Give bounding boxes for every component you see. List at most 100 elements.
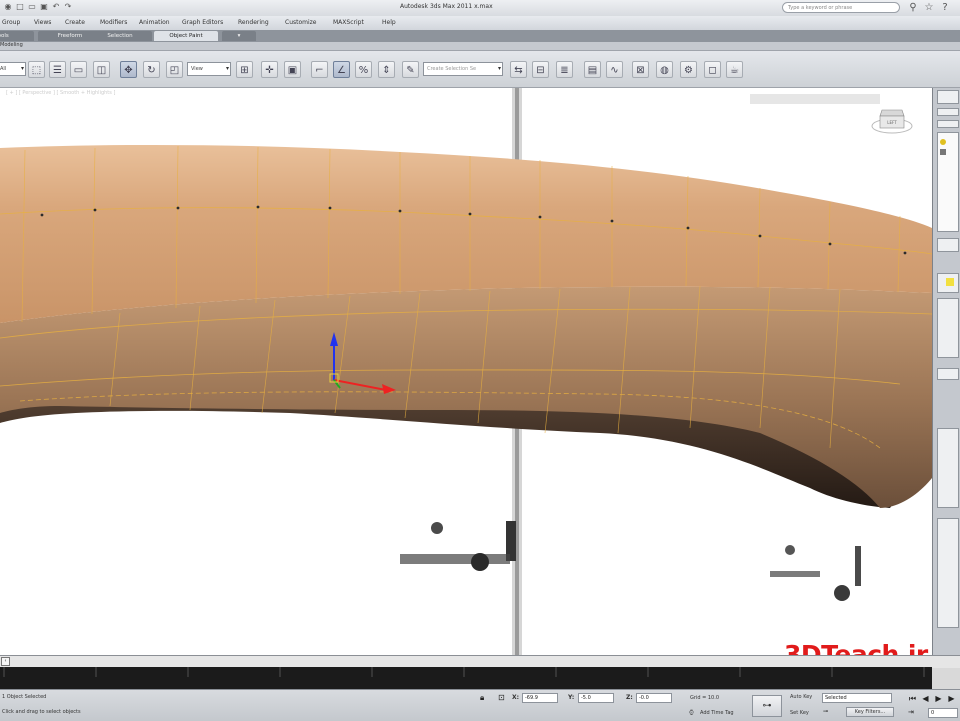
command-panel (933, 88, 960, 655)
lock-selection-icon[interactable]: 🔒︎ (480, 693, 484, 703)
selection-rollout-icon[interactable] (937, 273, 959, 293)
auto-key-button[interactable]: Auto Key (790, 694, 812, 700)
search-input[interactable]: Type a keyword or phrase (782, 2, 900, 13)
menu-help[interactable]: Help (382, 19, 396, 26)
time-slider-thumb[interactable]: ‹ (1, 657, 10, 666)
named-selection-dropdown[interactable]: Create Selection Se (423, 62, 503, 76)
mirror-icon[interactable]: ⇆ (510, 61, 527, 78)
percent-snap-icon[interactable]: % (355, 61, 372, 78)
stack-tools-row[interactable] (937, 238, 959, 252)
y-coord-field[interactable]: -5.0 (578, 693, 614, 703)
key-filters-button[interactable]: Key Filters... (846, 707, 894, 717)
viewport-scene: LEFT (0, 88, 932, 655)
object-name-field[interactable] (937, 108, 959, 116)
menu-maxscript[interactable]: MAXScript (333, 19, 364, 26)
vertex-mode-icon[interactable] (946, 278, 954, 286)
tab-extra[interactable]: ▾ (222, 31, 256, 41)
schematic-view-icon[interactable]: ⊠ (632, 61, 649, 78)
main-toolbar: All ⬚ ☰ ▭ ◫ ✥ ↻ ◰ View ⊞ ✛ ▣ ⌐ ∠ % ⇕ ✎ C… (0, 51, 960, 88)
absolute-mode-icon[interactable]: ⊡ (498, 693, 505, 702)
key-mode-icon[interactable]: ⊸ (823, 708, 828, 715)
layer-manager-icon[interactable]: ≣ (556, 61, 573, 78)
render-production-icon[interactable]: ☕ (726, 61, 743, 78)
spinner-snap-icon[interactable]: ⇕ (378, 61, 395, 78)
menu-group[interactable]: Group (2, 19, 20, 26)
undo-icon[interactable]: ↶ (50, 2, 62, 11)
status-bar: 1 Object Selected Click and drag to sele… (0, 689, 960, 721)
edit-named-selection-icon[interactable]: ✎ (402, 61, 419, 78)
key-mode-toggle-icon[interactable]: ⇥ (908, 708, 914, 716)
modifier-subobject-icon[interactable] (940, 149, 946, 155)
grid-size-text: Grid = 10.0 (690, 695, 719, 701)
tab-tools[interactable]: Tools (0, 31, 34, 41)
x-coord-label: X: (512, 694, 520, 701)
save-file-icon[interactable]: ▣ (38, 2, 50, 11)
subdivision-rollout[interactable] (937, 518, 959, 628)
x-coord-field[interactable]: -69.9 (522, 693, 558, 703)
window-crossing-icon[interactable]: ◫ (93, 61, 110, 78)
quick-access-toolbar: ◉ □ ▭ ▣ ↶ ↷ (2, 2, 74, 11)
rollout-header[interactable] (937, 368, 959, 380)
ribbon-tab-bar: Tools Freeform Selection Object Paint ▾ (0, 30, 960, 42)
time-tag-icon[interactable]: ⌚︎ (688, 707, 695, 718)
viewcube-face-label[interactable]: LEFT (887, 120, 897, 125)
modifier-lightbulb-icon[interactable] (940, 139, 946, 145)
viewcube[interactable]: LEFT (871, 109, 913, 134)
graphite-panel-label[interactable]: Modeling (0, 42, 23, 48)
material-editor-icon[interactable]: ◍ (656, 61, 673, 78)
tab-object-paint[interactable]: Object Paint (154, 31, 218, 41)
keyboard-shortcut-override-icon[interactable]: ▣ (284, 61, 301, 78)
curve-editor-icon[interactable]: ∿ (606, 61, 623, 78)
go-to-start-icon[interactable]: ⏮ (906, 693, 919, 705)
open-file-icon[interactable]: ▭ (26, 2, 38, 11)
angle-snap-icon[interactable]: ∠ (333, 61, 350, 78)
tab-selection[interactable]: Selection (88, 31, 152, 41)
create-tab-icon[interactable] (937, 90, 959, 104)
select-move-icon[interactable]: ✥ (120, 61, 137, 78)
z-coord-field[interactable]: -0.0 (636, 693, 672, 703)
infocenter-icon[interactable]: ⚲ (906, 1, 920, 14)
align-icon[interactable]: ⊟ (532, 61, 549, 78)
next-frame-icon[interactable]: ▶ (945, 693, 958, 705)
menu-rendering[interactable]: Rendering (238, 19, 269, 26)
communication-center-icon[interactable]: ☆ (922, 1, 936, 14)
select-rotate-icon[interactable]: ↻ (143, 61, 160, 78)
light-helper-right (770, 545, 861, 601)
menu-graph-editors[interactable]: Graph Editors (182, 19, 223, 26)
modifier-list-dropdown[interactable] (937, 120, 959, 128)
selection-filter-dropdown[interactable]: All (0, 62, 26, 76)
previous-frame-icon[interactable]: ◀ (919, 693, 932, 705)
perspective-viewport[interactable]: [ + ] [ Perspective ] [ Smooth + Highlig… (0, 88, 933, 655)
menu-create[interactable]: Create (65, 19, 85, 26)
snaps-toggle-icon[interactable]: ⌐ (311, 61, 328, 78)
pivot-center-icon[interactable]: ⊞ (236, 61, 253, 78)
set-key-button[interactable]: Set Key (790, 710, 809, 716)
graphite-toggle-icon[interactable]: ▤ (584, 61, 601, 78)
redo-icon[interactable]: ↷ (62, 2, 74, 11)
set-key-big-button[interactable]: ⊶ (752, 695, 782, 717)
select-scale-icon[interactable]: ◰ (166, 61, 183, 78)
add-time-tag-button[interactable]: Add Time Tag (700, 710, 734, 716)
select-by-name-icon[interactable]: ☰ (49, 61, 66, 78)
app-menu-icon[interactable]: ◉ (2, 2, 14, 11)
new-file-icon[interactable]: □ (14, 2, 26, 11)
selection-options[interactable] (937, 298, 959, 358)
trackbar[interactable] (0, 667, 932, 689)
play-icon[interactable]: ▶ (932, 693, 945, 705)
select-manipulate-icon[interactable]: ✛ (261, 61, 278, 78)
help-icon[interactable]: ? (938, 1, 952, 14)
render-frame-icon[interactable]: ◻ (704, 61, 721, 78)
render-setup-icon[interactable]: ⚙ (680, 61, 697, 78)
menu-modifiers[interactable]: Modifiers (100, 19, 127, 26)
menu-animation[interactable]: Animation (139, 19, 170, 26)
selected-set-dropdown[interactable]: Selected (822, 693, 892, 703)
menu-customize[interactable]: Customize (285, 19, 317, 26)
ref-coord-system-dropdown[interactable]: View (187, 62, 231, 76)
edit-geometry-rollout[interactable] (937, 428, 959, 508)
rect-selection-icon[interactable]: ▭ (70, 61, 87, 78)
menu-views[interactable]: Views (34, 19, 51, 26)
current-frame-field[interactable]: 0 (928, 708, 958, 718)
select-object-icon[interactable]: ⬚ (28, 61, 45, 78)
modifier-stack[interactable] (937, 132, 959, 232)
window-title: Autodesk 3ds Max 2011 x.max (400, 3, 493, 10)
